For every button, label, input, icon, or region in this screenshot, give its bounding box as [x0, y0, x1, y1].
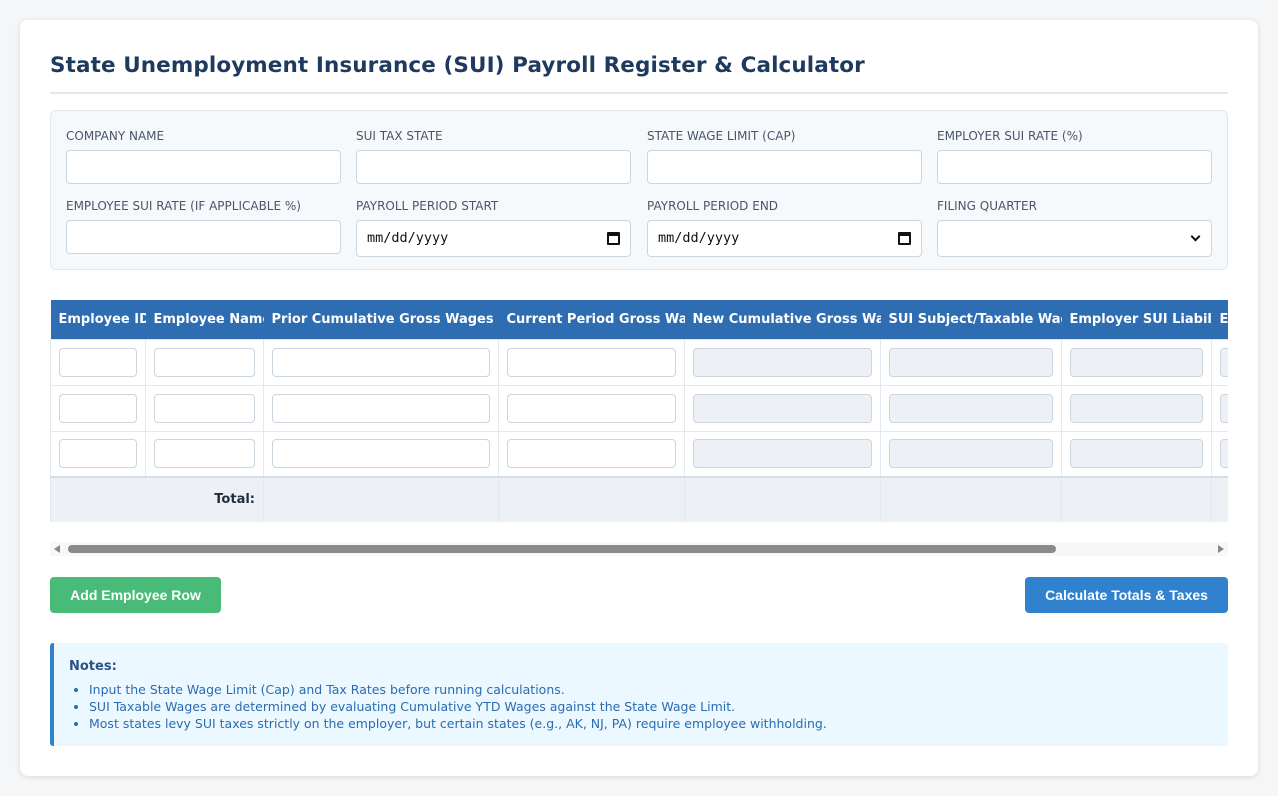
- company-name-input[interactable]: [66, 150, 341, 184]
- employee-sui-output: [1220, 439, 1228, 469]
- column-header: Employer SUI Liability: [1061, 300, 1212, 339]
- list-item: SUI Taxable Wages are determined by eval…: [89, 698, 827, 715]
- page-title: State Unemployment Insurance (SUI) Payro…: [50, 53, 865, 78]
- state-wage-limit-field: State Wage Limit (Cap): [647, 128, 922, 184]
- payroll-period-end-input[interactable]: mm/dd/yyyy: [647, 220, 922, 257]
- prior-ytd-wages-input[interactable]: [272, 439, 490, 469]
- employee-sui-rate-input[interactable]: [66, 220, 341, 254]
- total-cell: [684, 476, 881, 522]
- total-label: Total:: [50, 476, 264, 522]
- scrollbar-thumb[interactable]: [68, 545, 1056, 553]
- column-header: SUI Subject/Taxable Wages: [880, 300, 1062, 339]
- list-item: Input the State Wage Limit (Cap) and Tax…: [89, 681, 827, 698]
- table-row: [50, 338, 1228, 386]
- notes-panel: Notes: Input the State Wage Limit (Cap) …: [50, 643, 1228, 746]
- employee-id-input[interactable]: [59, 347, 137, 377]
- list-item: Most states levy SUI taxes strictly on t…: [89, 715, 827, 732]
- sui-tax-state-field: SUI Tax State: [356, 128, 631, 184]
- employer-sui-rate-field: Employer SUI Rate (%): [937, 128, 1212, 184]
- column-header: Employee ID: [50, 300, 146, 339]
- calendar-icon[interactable]: [898, 232, 911, 245]
- horizontal-scrollbar[interactable]: [50, 542, 1228, 556]
- sui-tax-state-label: SUI Tax State: [356, 129, 443, 143]
- payroll-period-start-input[interactable]: mm/dd/yyyy: [356, 220, 631, 257]
- column-header: Employee Name: [145, 300, 264, 339]
- employee-sui-output: [1220, 347, 1228, 377]
- employer-sui-liability-output: [1070, 393, 1203, 423]
- payroll-period-start-value: mm/dd/yyyy: [367, 230, 449, 246]
- state-wage-limit-input[interactable]: [647, 150, 922, 184]
- payroll-period-end-label: Payroll Period End: [647, 199, 779, 213]
- prior-ytd-wages-input[interactable]: [272, 347, 490, 377]
- sui-taxable-wages-output: [889, 347, 1053, 377]
- notes-list: Input the State Wage Limit (Cap) and Tax…: [69, 681, 827, 732]
- total-cell: [263, 476, 499, 522]
- chevron-down-icon: [1190, 231, 1201, 242]
- payroll-period-end-value: mm/dd/yyyy: [658, 230, 740, 246]
- state-wage-limit-label: State Wage Limit (Cap): [647, 129, 796, 143]
- new-cumulative-wages-output: [693, 393, 872, 423]
- filing-quarter-label: Filing Quarter: [937, 199, 1037, 213]
- scroll-right-arrow-icon[interactable]: [1218, 545, 1224, 553]
- payroll-period-start-field: Payroll Period Start mm/dd/yyyy: [356, 198, 631, 257]
- sui-taxable-wages-output: [889, 393, 1053, 423]
- employer-sui-liability-output: [1070, 439, 1203, 469]
- new-cumulative-wages-output: [693, 439, 872, 469]
- add-employee-row-button[interactable]: Add Employee Row: [50, 577, 221, 613]
- table-row: [50, 430, 1228, 478]
- total-cell: [1211, 476, 1228, 522]
- payroll-table-container: Employee ID Employee Name Prior Cumulati…: [50, 300, 1228, 522]
- employee-name-input[interactable]: [154, 347, 255, 377]
- total-cell: [498, 476, 685, 522]
- column-header: E: [1211, 300, 1228, 339]
- employee-sui-output: [1220, 393, 1228, 423]
- current-gross-wages-input[interactable]: [507, 393, 676, 423]
- company-name-label: Company Name: [66, 129, 165, 143]
- total-cell: [1061, 476, 1212, 522]
- sui-tax-state-input[interactable]: [356, 150, 631, 184]
- employer-sui-liability-output: [1070, 347, 1203, 377]
- table-header-row: Employee ID Employee Name Prior Cumulati…: [50, 300, 1228, 339]
- employee-name-input[interactable]: [154, 393, 255, 423]
- main-card: State Unemployment Insurance (SUI) Payro…: [20, 20, 1258, 776]
- employee-sui-rate-field: Employee SUI Rate (If Applicable %): [66, 198, 341, 254]
- employee-sui-rate-label: Employee SUI Rate (If Applicable %): [66, 199, 301, 213]
- employer-sui-rate-input[interactable]: [937, 150, 1212, 184]
- filing-quarter-select[interactable]: [937, 220, 1212, 257]
- current-gross-wages-input[interactable]: [507, 347, 676, 377]
- current-gross-wages-input[interactable]: [507, 439, 676, 469]
- notes-heading: Notes:: [69, 659, 117, 674]
- calendar-icon[interactable]: [607, 232, 620, 245]
- employer-sui-rate-label: Employer SUI Rate (%): [937, 129, 1083, 143]
- calculate-totals-button[interactable]: Calculate Totals & Taxes: [1025, 577, 1228, 613]
- payroll-register-table: Employee ID Employee Name Prior Cumulati…: [50, 300, 1228, 522]
- column-header: Prior Cumulative Gross Wages (YTD): [263, 300, 499, 339]
- payroll-period-end-field: Payroll Period End mm/dd/yyyy: [647, 198, 922, 257]
- employee-id-input[interactable]: [59, 439, 137, 469]
- filing-quarter-field: Filing Quarter: [937, 198, 1212, 257]
- form-panel: Company Name SUI Tax State State Wage Li…: [50, 110, 1228, 270]
- column-header: Current Period Gross Wages: [498, 300, 685, 339]
- total-row: Total:: [50, 476, 1228, 522]
- title-divider: [50, 92, 1228, 94]
- total-cell: [880, 476, 1062, 522]
- prior-ytd-wages-input[interactable]: [272, 393, 490, 423]
- column-header: New Cumulative Gross Wages: [684, 300, 881, 339]
- table-row: [50, 384, 1228, 432]
- sui-taxable-wages-output: [889, 439, 1053, 469]
- employee-id-input[interactable]: [59, 393, 137, 423]
- scroll-left-arrow-icon[interactable]: [54, 545, 60, 553]
- new-cumulative-wages-output: [693, 347, 872, 377]
- employee-name-input[interactable]: [154, 439, 255, 469]
- company-name-field: Company Name: [66, 128, 341, 184]
- payroll-period-start-label: Payroll Period Start: [356, 199, 499, 213]
